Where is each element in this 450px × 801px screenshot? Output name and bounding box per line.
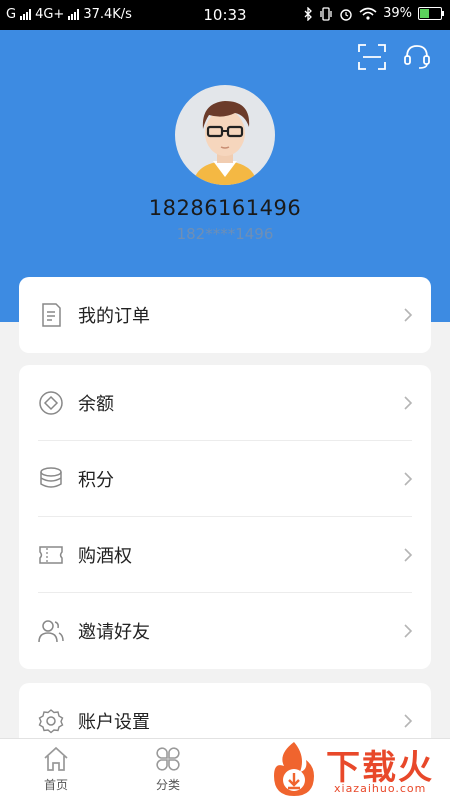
watermark-url: xiazaihuo.com xyxy=(334,782,427,795)
menu-item-points[interactable]: 积分 xyxy=(19,441,431,517)
chevron-right-icon xyxy=(404,548,413,562)
tab-label: 分类 xyxy=(155,778,180,792)
tab-category[interactable]: 分类 xyxy=(138,745,198,793)
menu-item-label: 账户设置 xyxy=(78,712,150,733)
user-phone: 18286161496 xyxy=(148,196,302,220)
menu-item-label: 邀请好友 xyxy=(78,622,150,643)
watermark: 下载火 xiazaihuo.com xyxy=(262,738,450,800)
menu-item-orders[interactable]: 我的订单 xyxy=(19,277,431,353)
orders-card[interactable]: 我的订单 xyxy=(19,277,431,353)
battery-percent: 39% xyxy=(383,6,412,21)
masked-phone: 182****1496 xyxy=(176,225,274,243)
menu-item-label: 购酒权 xyxy=(78,546,132,567)
status-bar: G 4G+ 37.4K/s 10:33 39% xyxy=(0,0,450,30)
battery-icon xyxy=(418,7,444,20)
menu-item-invite[interactable]: 邀请好友 xyxy=(19,593,431,669)
chevron-right-icon xyxy=(404,396,413,410)
assets-card: 余额 积分 购酒权 邀请好友 xyxy=(19,365,431,669)
wifi-icon xyxy=(359,7,377,20)
avatar[interactable] xyxy=(175,85,275,185)
menu-item-balance[interactable]: 余额 xyxy=(19,365,431,441)
gear-icon xyxy=(38,709,64,734)
balance-icon xyxy=(39,391,63,415)
tab-label: 首页 xyxy=(43,778,68,792)
menu-item-wine-rights[interactable]: 购酒权 xyxy=(19,517,431,593)
coins-icon xyxy=(40,467,62,488)
scan-icon[interactable] xyxy=(358,44,386,70)
users-icon xyxy=(38,620,64,643)
battery-level xyxy=(420,9,429,18)
flame-logo-icon xyxy=(274,742,314,796)
home-icon xyxy=(44,746,68,771)
chevron-right-icon xyxy=(404,714,413,728)
ticket-icon xyxy=(39,546,63,564)
vibrate-icon xyxy=(320,6,332,21)
bluetooth-icon xyxy=(304,6,313,21)
menu-item-label: 我的订单 xyxy=(78,306,150,327)
tab-home[interactable]: 首页 xyxy=(26,745,86,793)
chevron-right-icon xyxy=(404,308,413,322)
menu-item-label: 余额 xyxy=(78,394,114,415)
document-icon xyxy=(42,303,61,327)
category-icon xyxy=(156,747,180,771)
menu-item-label: 积分 xyxy=(78,470,114,491)
alarm-icon xyxy=(340,8,352,21)
chevron-right-icon xyxy=(404,624,413,638)
chevron-right-icon xyxy=(404,472,413,486)
headset-icon[interactable] xyxy=(403,42,431,70)
